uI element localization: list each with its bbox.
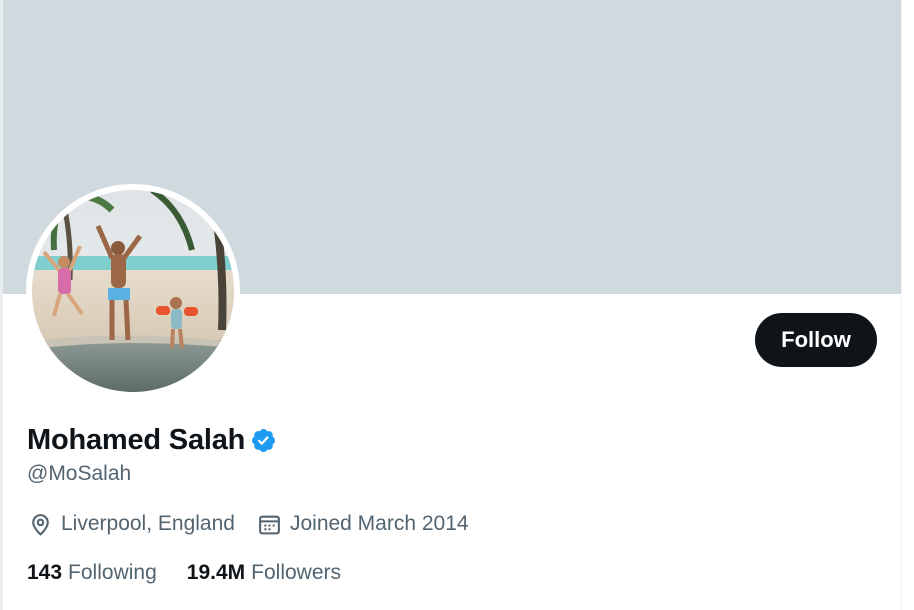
joined-text: Joined March 2014 — [289, 512, 469, 535]
follow-stats: 143 Following 19.4M Followers — [27, 558, 371, 588]
location-pin-icon — [32, 513, 49, 536]
display-name: Mohamed Salah — [27, 423, 246, 456]
profile-page: Follow Mohamed Salah @MoSalah Liverpool,… — [0, 0, 914, 610]
location-text: Liverpool, England — [61, 512, 235, 535]
calendar-icon — [259, 515, 280, 534]
user-handle: @MoSalah — [27, 462, 132, 485]
following-link[interactable]: 143 Following — [27, 561, 157, 585]
following-label: Following — [68, 561, 157, 584]
name-row: Mohamed Salah — [27, 420, 277, 460]
verified-badge-icon[interactable] — [250, 427, 277, 454]
followers-count: 19.4M — [186, 561, 246, 584]
avatar-photo — [32, 190, 234, 392]
followers-link[interactable]: 19.4M Followers — [187, 561, 341, 585]
followers-label: Followers — [251, 561, 341, 584]
right-border — [901, 0, 914, 610]
joined-item: Joined March 2014 — [257, 512, 469, 537]
follow-button[interactable]: Follow — [755, 313, 877, 367]
following-count: 143 — [27, 561, 63, 584]
location-item: Liverpool, England — [28, 512, 235, 537]
profile-meta: Liverpool, England Joined March 2014 — [28, 508, 491, 540]
avatar[interactable] — [26, 184, 240, 398]
